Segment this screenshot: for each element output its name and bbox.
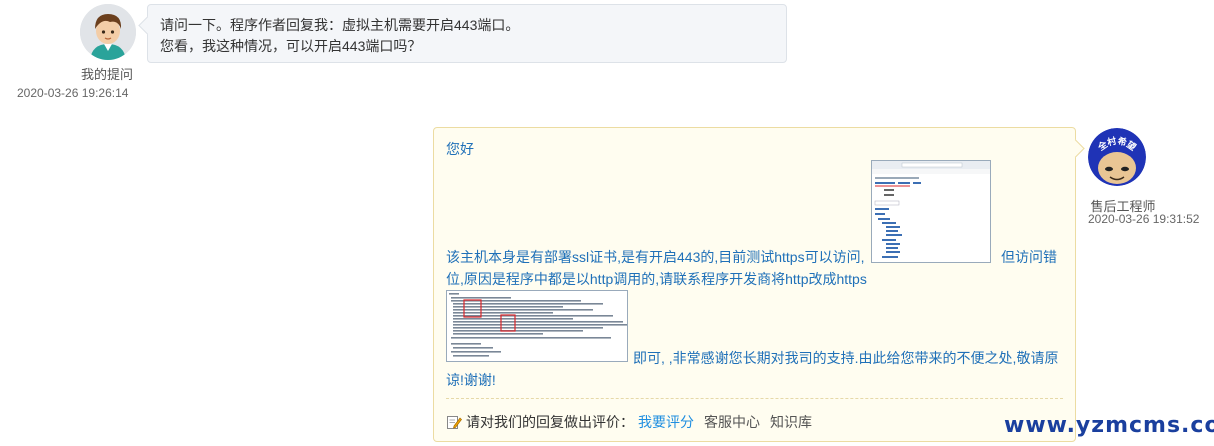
question-time: 2020-03-26 19:26:14 bbox=[17, 86, 129, 100]
knowledge-base-link[interactable]: 知识库 bbox=[770, 412, 812, 432]
site-watermark: www.yzmcms.com bbox=[1004, 413, 1214, 438]
answer-text-1a: 该主机本身是有部署ssl证书,是有开启443的,目前测试https可以访问, bbox=[446, 249, 865, 265]
answer-text-2b: 谅!谢谢! bbox=[446, 372, 496, 388]
user-avatar-icon bbox=[80, 4, 136, 60]
rating-prompt: 请对我们的回复做出评价： bbox=[466, 414, 634, 430]
answer-text-1b: 但访问错 bbox=[1001, 249, 1057, 265]
question-avatar-block bbox=[80, 4, 136, 60]
service-center-link[interactable]: 客服中心 bbox=[704, 412, 760, 432]
answer-greeting: 您好 bbox=[446, 141, 474, 157]
engineer-avatar-icon: 全村希望 bbox=[1088, 128, 1146, 186]
answer-screenshot-code[interactable] bbox=[446, 290, 628, 362]
answer-bubble: 您好 该主机本身是有部署ssl证书,是有开启443的,目前测试https可以访问… bbox=[433, 127, 1076, 442]
question-line-2: 您看，我这种情况，可以开启443端口吗？ bbox=[160, 38, 422, 54]
question-line-1: 请问一下。程序作者回复我：虚拟主机需要开启443端口。 bbox=[160, 17, 520, 33]
answer-divider bbox=[446, 398, 1063, 399]
rate-link[interactable]: 我要评分 bbox=[638, 412, 694, 432]
answer-screenshot-browser[interactable] bbox=[871, 160, 991, 263]
edit-icon bbox=[446, 414, 462, 430]
answer-time: 2020-03-26 19:31:52 bbox=[1088, 212, 1200, 226]
question-user-name: 我的提问 bbox=[80, 67, 133, 82]
question-bubble: 请问一下。程序作者回复我：虚拟主机需要开启443端口。 您看，我这种情况，可以开… bbox=[147, 4, 787, 63]
answer-text-1c: 位,原因是程序中都是以http调用的,请联系程序开发商将http改成https bbox=[446, 271, 867, 287]
rating-row: 请对我们的回复做出评价： 我要评分 客服中心 知识库 bbox=[446, 412, 812, 432]
answer-text-2a: 即可, ,非常感谢您长期对我司的支持.由此给您带来的不便之处,敬请原 bbox=[633, 350, 1059, 366]
answer-avatar-block: 全村希望 bbox=[1088, 128, 1146, 186]
